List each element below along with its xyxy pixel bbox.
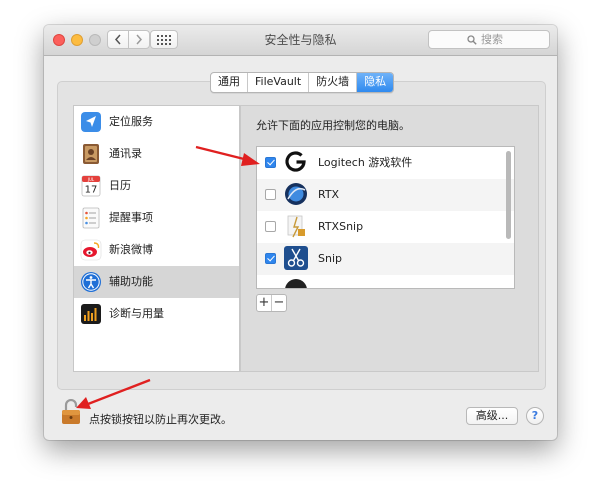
tab-bar: 通用 FileVault 防火墙 隐私 [210,72,395,93]
add-remove-buttons: + − [256,294,287,312]
sidebar-item-calendar[interactable]: JUL 17 日历 [74,170,239,202]
preferences-window: 安全性与隐私 通用 FileVault 防火墙 隐私 定位服务 [44,25,557,440]
sidebar-item-diagnostics[interactable]: 诊断与用量 [74,298,239,330]
calendar-month: JUL [87,177,95,182]
tab-general[interactable]: 通用 [211,73,248,92]
search-input[interactable] [481,33,511,46]
diagnostics-icon [81,304,101,324]
location-arrow-icon [81,112,101,132]
app-checkbox[interactable] [265,157,276,168]
zoom-window-button[interactable] [89,34,101,46]
sidebar-item-accessibility[interactable]: 辅助功能 [74,266,239,298]
search-field[interactable] [428,30,550,49]
accessibility-heading: 允许下面的应用控制您的电脑。 [256,119,410,132]
app-checkbox[interactable] [265,189,276,200]
lock-icon[interactable] [61,399,81,425]
reminders-icon [82,207,100,229]
snip-scissors-icon [284,246,308,270]
rtxsnip-icon [287,215,305,238]
app-row-logitech: Logitech 游戏软件 [257,147,514,179]
help-button[interactable]: ? [526,407,544,425]
app-list-scrollbar[interactable] [506,151,511,239]
show-all-button[interactable] [150,30,178,49]
weibo-icon [80,239,102,261]
tab-filevault[interactable]: FileVault [248,73,310,92]
sidebar-item-label: 定位服务 [109,115,153,128]
sidebar-item-label: 提醒事项 [109,211,153,224]
search-icon [467,34,477,45]
tab-firewall[interactable]: 防火墙 [309,73,358,92]
contacts-book-icon [83,144,99,164]
grid-icon [157,34,171,45]
sidebar-item-weibo[interactable]: 新浪微博 [74,234,239,266]
sidebar-item-label: 辅助功能 [109,275,153,288]
lock-hint-text: 点按锁按钮以防止再次更改。 [89,413,232,426]
advanced-button[interactable]: 高级... [466,407,518,425]
add-app-button[interactable]: + [257,295,271,311]
app-name: RTXSnip [318,220,364,233]
sidebar-item-reminders[interactable]: 提醒事项 [74,202,239,234]
privacy-category-list: 定位服务 通讯录 JUL 17 日历 提醒事项 新浪微博 辅助功能 诊断与用量 [73,105,240,372]
chevron-left-icon [114,34,121,45]
app-icon-partial [285,279,307,288]
app-row-rtx: RTX [257,179,514,211]
sidebar-item-label: 日历 [109,179,131,192]
accessibility-icon [81,272,101,292]
app-name: Snip [318,252,342,265]
app-list: Logitech 游戏软件 RTX RTXSnip Snip [256,146,515,289]
sidebar-item-contacts[interactable]: 通讯录 [74,138,239,170]
app-checkbox[interactable] [265,221,276,232]
app-name: RTX [318,188,340,201]
app-name: Logitech 游戏软件 [318,156,413,169]
calendar-icon: JUL 17 [81,175,101,197]
sidebar-item-location-services[interactable]: 定位服务 [74,106,239,138]
close-window-button[interactable] [53,34,65,46]
sidebar-item-label: 通讯录 [109,147,142,160]
sidebar-item-label: 诊断与用量 [109,307,164,320]
remove-app-button[interactable]: − [271,295,286,311]
calendar-day: 17 [85,185,98,196]
chevron-right-icon [136,34,143,45]
minimize-window-button[interactable] [71,34,83,46]
tab-privacy[interactable]: 隐私 [357,73,394,92]
back-button[interactable] [107,30,129,49]
forward-button[interactable] [128,30,150,49]
app-row-rtxsnip: RTXSnip [257,211,514,243]
app-row-snip: Snip [257,243,514,275]
sidebar-item-label: 新浪微博 [109,243,153,256]
rtx-icon [285,183,307,205]
title-bar: 安全性与隐私 [44,25,557,56]
app-checkbox[interactable] [265,253,276,264]
app-row-partial [257,275,514,288]
logitech-g-icon [285,151,306,172]
